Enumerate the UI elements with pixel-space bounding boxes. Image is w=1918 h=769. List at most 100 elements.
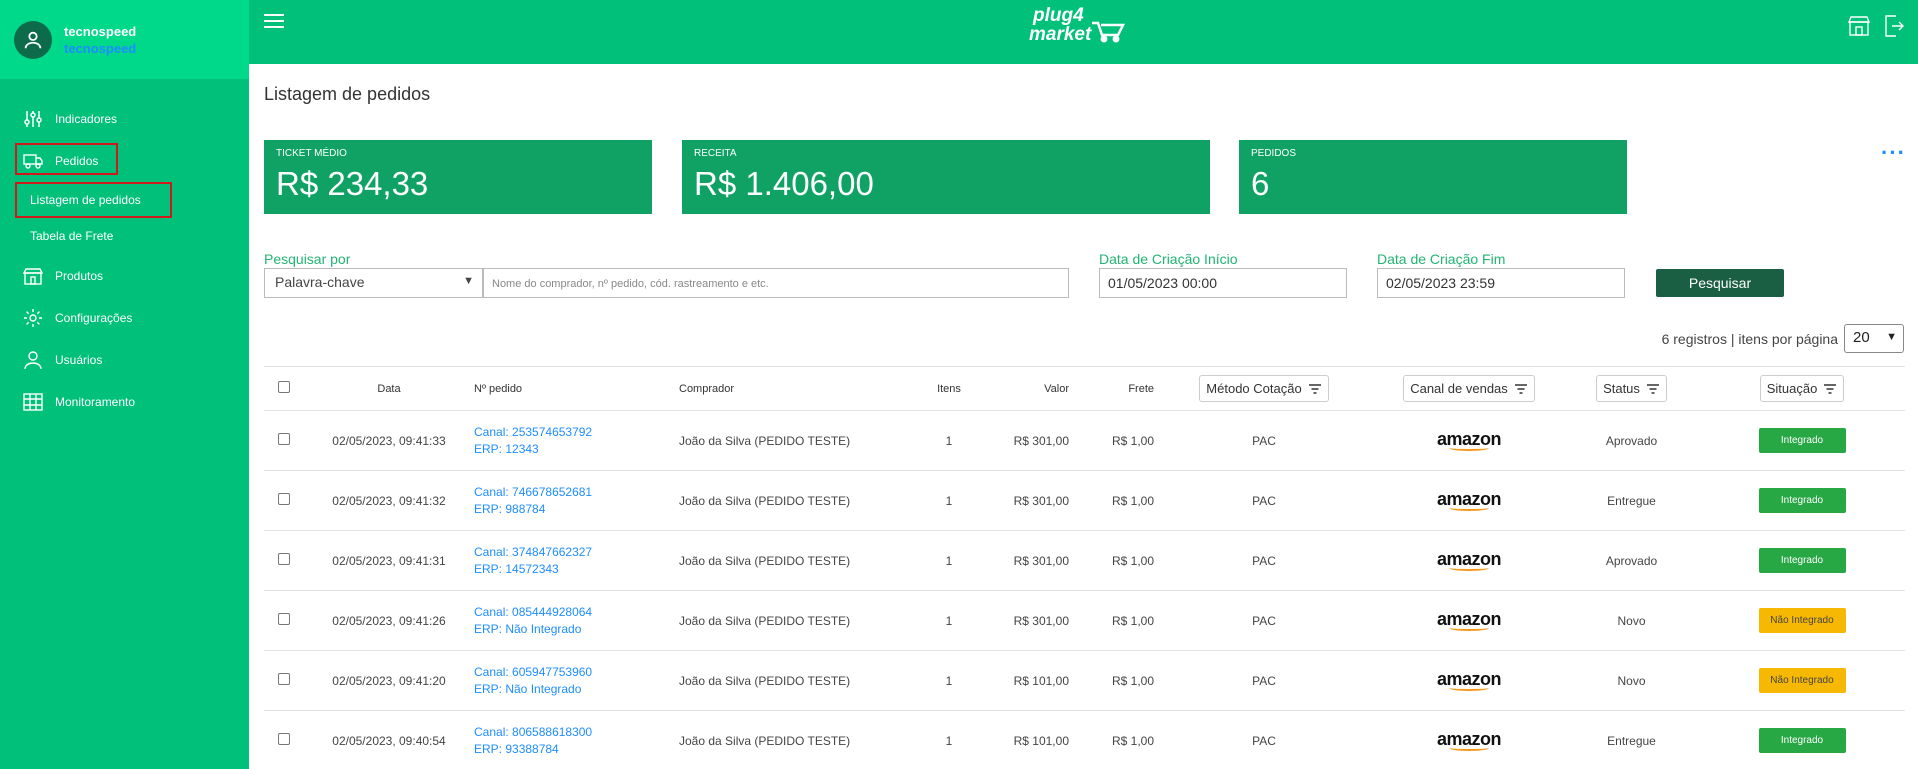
row-canal-link[interactable]: Canal: 085444928064: [474, 604, 679, 621]
row-buyer: João da Silva (PEDIDO TESTE): [679, 433, 851, 448]
nav-item-configuracoes[interactable]: Configurações: [22, 307, 132, 329]
situation-badge[interactable]: Integrado: [1758, 728, 1846, 753]
row-buyer: João da Silva (PEDIDO TESTE): [679, 493, 851, 508]
date-start-label: Data de Criação Início: [1099, 251, 1238, 267]
row-erp-link[interactable]: ERP: 93388784: [474, 741, 679, 758]
row-buyer: João da Silva (PEDIDO TESTE): [679, 673, 851, 688]
nav-item-pedidos[interactable]: Pedidos: [22, 150, 98, 172]
row-method: PAC: [1252, 613, 1276, 628]
nav-item-produtos[interactable]: Produtos: [22, 265, 103, 287]
search-input[interactable]: Nome do comprador, nº pedido, cód. rastr…: [483, 268, 1069, 298]
search-button[interactable]: Pesquisar: [1656, 269, 1784, 297]
row-freight: R$ 1,00: [1111, 733, 1154, 748]
header-canal: Canal de vendas: [1410, 381, 1508, 396]
search-type-select[interactable]: Palavra-chave ▼: [264, 268, 483, 298]
row-freight: R$ 1,00: [1111, 433, 1154, 448]
store-switch-icon[interactable]: [1848, 15, 1870, 37]
header-situacao: Situação: [1766, 381, 1818, 396]
date-end-field[interactable]: 02/05/2023 23:59: [1377, 268, 1625, 298]
per-page-value: 20: [1853, 329, 1870, 346]
situation-badge[interactable]: Não Integrado: [1758, 668, 1846, 693]
row-checkbox[interactable]: [278, 673, 290, 685]
row-status: Novo: [1617, 613, 1646, 628]
nav-item-usuarios[interactable]: Usuários: [22, 349, 102, 371]
nav-item-indicadores[interactable]: Indicadores: [22, 108, 117, 130]
amazon-logo-icon: amazon: [1436, 608, 1502, 631]
nav-sub-listagem[interactable]: Listagem de pedidos: [30, 193, 141, 207]
card-value: R$ 234,33: [276, 165, 429, 202]
card-ticket-medio: Ticket Médio R$ 234,33: [264, 140, 652, 214]
filter-canal[interactable]: Canal de vendas: [1403, 375, 1535, 402]
row-status: Entregue: [1607, 733, 1656, 748]
table-row[interactable]: 02/05/2023, 09:41:33 Canal: 253574653792…: [264, 411, 1905, 471]
header-frete: Frete: [1128, 382, 1154, 395]
header-pedido: Nº pedido: [474, 382, 523, 395]
table-row[interactable]: 02/05/2023, 09:41:20 Canal: 605947753960…: [264, 651, 1905, 711]
channel-name: amazon: [1436, 728, 1502, 749]
row-erp-link[interactable]: ERP: Não Integrado: [474, 621, 679, 638]
row-canal-link[interactable]: Canal: 806588618300: [474, 724, 679, 741]
nav-label-monitoramento: Monitoramento: [55, 395, 136, 409]
nav-sub-frete[interactable]: Tabela de Frete: [30, 229, 113, 243]
channel-name: amazon: [1436, 428, 1502, 449]
brand-logo[interactable]: plug4 market: [1029, 6, 1127, 44]
row-canal-link[interactable]: Canal: 605947753960: [474, 664, 679, 681]
row-erp-link[interactable]: ERP: 14572343: [474, 561, 679, 578]
situation-badge[interactable]: Não Integrado: [1758, 608, 1846, 633]
row-erp-link[interactable]: ERP: 988784: [474, 501, 679, 518]
per-page-select[interactable]: 20 ▼: [1844, 324, 1904, 353]
row-value: R$ 301,00: [1013, 553, 1069, 568]
orders-table: Data Nº pedido Comprador Itens Valor Fre…: [264, 366, 1905, 769]
page-title: Listagem de pedidos: [264, 84, 431, 104]
row-canal-link[interactable]: Canal: 374847662327: [474, 544, 679, 561]
chevron-down-icon: ▼: [1886, 331, 1897, 343]
date-start-field[interactable]: 01/05/2023 00:00: [1099, 268, 1347, 298]
row-canal-link[interactable]: Canal: 746678652681: [474, 484, 679, 501]
card-value: R$ 1.406,00: [694, 165, 874, 202]
row-erp-link[interactable]: ERP: Não Integrado: [474, 681, 679, 698]
header-data: Data: [377, 382, 401, 395]
row-erp-link[interactable]: ERP: 12343: [474, 441, 679, 458]
more-options-icon[interactable]: ···: [1881, 140, 1906, 166]
row-items: 1: [945, 613, 953, 628]
channel-name: amazon: [1436, 608, 1502, 629]
row-checkbox[interactable]: [278, 733, 290, 745]
card-value: 6: [1251, 165, 1270, 202]
user-name: tecnospeed: [64, 23, 137, 39]
row-canal-link[interactable]: Canal: 253574653792: [474, 424, 679, 441]
card-label: Ticket Médio: [276, 148, 347, 159]
row-checkbox[interactable]: [278, 553, 290, 565]
filter-metodo[interactable]: Método Cotação: [1199, 375, 1329, 402]
store-icon: [22, 265, 44, 287]
row-checkbox[interactable]: [278, 493, 290, 505]
table-row[interactable]: 02/05/2023, 09:40:54 Canal: 806588618300…: [264, 711, 1905, 769]
table-row[interactable]: 02/05/2023, 09:41:32 Canal: 746678652681…: [264, 471, 1905, 531]
row-value: R$ 101,00: [1013, 733, 1069, 748]
filter-situacao[interactable]: Situação: [1759, 375, 1845, 402]
select-all-checkbox[interactable]: [278, 381, 290, 393]
channel-name: amazon: [1436, 488, 1502, 509]
card-pedidos: Pedidos 6: [1239, 140, 1627, 214]
amazon-logo-icon: amazon: [1436, 488, 1502, 511]
situation-badge[interactable]: Integrado: [1758, 548, 1846, 573]
user-avatar-icon[interactable]: [14, 20, 52, 59]
menu-icon[interactable]: [264, 14, 284, 28]
situation-badge[interactable]: Integrado: [1758, 488, 1846, 513]
table-row[interactable]: 02/05/2023, 09:41:26 Canal: 085444928064…: [264, 591, 1905, 651]
monitor-grid-icon: [22, 391, 44, 413]
situation-badge[interactable]: Integrado: [1758, 428, 1846, 453]
row-buyer: João da Silva (PEDIDO TESTE): [679, 613, 851, 628]
table-row[interactable]: 02/05/2023, 09:41:31 Canal: 374847662327…: [264, 531, 1905, 591]
row-status: Aprovado: [1605, 553, 1658, 568]
nav-item-monitoramento[interactable]: Monitoramento: [22, 391, 135, 413]
filter-status[interactable]: Status: [1596, 375, 1667, 402]
logout-icon[interactable]: [1884, 15, 1904, 37]
sliders-icon: [22, 108, 44, 130]
user-panel: tecnospeed tecnospeed: [0, 0, 249, 79]
row-checkbox[interactable]: [278, 433, 290, 445]
header-metodo: Método Cotação: [1206, 381, 1302, 396]
row-checkbox[interactable]: [278, 613, 290, 625]
row-value: R$ 301,00: [1013, 493, 1069, 508]
row-date: 02/05/2023, 09:40:54: [332, 733, 446, 748]
row-status: Entregue: [1607, 493, 1656, 508]
